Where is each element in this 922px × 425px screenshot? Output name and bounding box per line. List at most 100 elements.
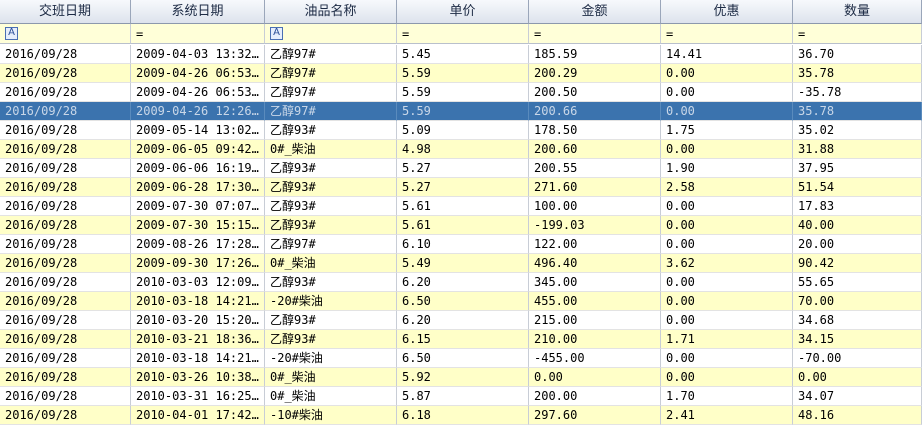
cell-shift-date: 2016/09/28 [0, 349, 131, 368]
column-header-quantity[interactable]: 数量 [793, 0, 922, 24]
table-row[interactable]: 2016/09/28 2010-03-03 12:09… 乙醇93# 6.20 345.… [0, 273, 922, 292]
table-row[interactable]: 2016/09/28 2009-04-26 06:53… 乙醇97# 5.59 200.… [0, 83, 922, 102]
filter-operator: = [666, 27, 674, 41]
cell-unit-price: 5.27 [397, 159, 529, 178]
filter-cell-shift-date[interactable]: A [0, 24, 131, 44]
filter-cell-amount[interactable]: = [529, 24, 661, 44]
cell-fuel-name: -20#柴油 [265, 292, 397, 311]
cell-amount: 122.00 [529, 235, 661, 254]
table-row[interactable]: 2016/09/28 2009-09-30 17:26… 0#_柴油 5.49 496.… [0, 254, 922, 273]
cell-shift-date: 2016/09/28 [0, 159, 131, 178]
table-row[interactable]: 2016/09/28 2009-06-28 17:30… 乙醇93# 5.27 271.… [0, 178, 922, 197]
table-row[interactable]: 2016/09/28 2009-05-14 13:02… 乙醇93# 5.09 178.… [0, 121, 922, 140]
cell-quantity: 0.00 [793, 368, 922, 387]
filter-cell-system-date[interactable]: = [131, 24, 265, 44]
filter-operator: = [798, 27, 806, 41]
cell-shift-date: 2016/09/28 [0, 292, 131, 311]
cell-system-date: 2009-04-26 12:26… [131, 102, 265, 121]
cell-system-date: 2009-04-03 13:32… [131, 45, 265, 64]
column-header-system-date[interactable]: 系统日期 [131, 0, 265, 24]
column-header-amount[interactable]: 金额 [529, 0, 661, 24]
cell-shift-date: 2016/09/28 [0, 45, 131, 64]
table-row[interactable]: 2016/09/28 2009-04-03 13:32… 乙醇97# 5.45 185.… [0, 45, 922, 64]
cell-amount: 345.00 [529, 273, 661, 292]
cell-discount: 2.58 [661, 178, 793, 197]
cell-quantity: 34.15 [793, 330, 922, 349]
cell-shift-date: 2016/09/28 [0, 406, 131, 425]
cell-shift-date: 2016/09/28 [0, 311, 131, 330]
cell-system-date: 2009-05-14 13:02… [131, 121, 265, 140]
cell-system-date: 2009-04-26 06:53… [131, 83, 265, 102]
filter-cell-fuel-name[interactable]: A [265, 24, 397, 44]
column-header-shift-date[interactable]: 交班日期 [0, 0, 131, 24]
table-row[interactable]: 2016/09/28 2009-08-26 17:28… 乙醇97# 6.10 122.… [0, 235, 922, 254]
cell-system-date: 2010-03-20 15:20… [131, 311, 265, 330]
cell-shift-date: 2016/09/28 [0, 235, 131, 254]
cell-unit-price: 5.45 [397, 45, 529, 64]
table-row[interactable]: 2016/09/28 2010-03-18 14:21… -20#柴油 6.50 -45… [0, 349, 922, 368]
cell-quantity: 48.16 [793, 406, 922, 425]
cell-discount: 0.00 [661, 311, 793, 330]
cell-discount: 1.71 [661, 330, 793, 349]
filter-row: A = A = = = = [0, 24, 922, 44]
cell-amount: 200.50 [529, 83, 661, 102]
filter-cell-unit-price[interactable]: = [397, 24, 529, 44]
cell-unit-price: 5.49 [397, 254, 529, 273]
filter-cell-discount[interactable]: = [661, 24, 793, 44]
cell-shift-date: 2016/09/28 [0, 83, 131, 102]
fuel-transaction-grid: 交班日期 系统日期 油品名称 单价 金额 优惠 数量 A = A = = = = 2016/09/28 2… [0, 0, 922, 425]
cell-quantity: 34.07 [793, 387, 922, 406]
cell-quantity: 90.42 [793, 254, 922, 273]
filter-cell-quantity[interactable]: = [793, 24, 922, 44]
table-row[interactable]: 2016/09/28 2010-03-21 18:36… 乙醇93# 6.15 210.… [0, 330, 922, 349]
cell-quantity: 37.95 [793, 159, 922, 178]
cell-system-date: 2009-06-28 17:30… [131, 178, 265, 197]
cell-fuel-name: 乙醇93# [265, 178, 397, 197]
column-header-row: 交班日期 系统日期 油品名称 单价 金额 优惠 数量 [0, 0, 922, 24]
cell-amount: 200.55 [529, 159, 661, 178]
cell-discount: 0.00 [661, 197, 793, 216]
cell-discount: 0.00 [661, 102, 793, 121]
filter-operator: = [136, 27, 144, 41]
cell-amount: 215.00 [529, 311, 661, 330]
cell-shift-date: 2016/09/28 [0, 178, 131, 197]
text-filter-icon[interactable]: A [5, 27, 18, 40]
table-row[interactable]: 2016/09/28 2010-03-31 16:25… 0#_柴油 5.87 200.… [0, 387, 922, 406]
cell-shift-date: 2016/09/28 [0, 387, 131, 406]
cell-quantity: 20.00 [793, 235, 922, 254]
cell-fuel-name: -20#柴油 [265, 349, 397, 368]
cell-amount: 200.66 [529, 102, 661, 121]
cell-discount: 1.70 [661, 387, 793, 406]
column-header-unit-price[interactable]: 单价 [397, 0, 529, 24]
table-row[interactable]: 2016/09/28 2009-07-30 07:07… 乙醇93# 5.61 100.… [0, 197, 922, 216]
cell-system-date: 2009-07-30 15:15… [131, 216, 265, 235]
table-row[interactable]: 2016/09/28 2009-04-26 06:53… 乙醇97# 5.59 200.… [0, 64, 922, 83]
text-filter-icon[interactable]: A [270, 27, 283, 40]
cell-fuel-name: 乙醇97# [265, 64, 397, 83]
cell-amount: 185.59 [529, 45, 661, 64]
cell-amount: 200.60 [529, 140, 661, 159]
cell-unit-price: 4.98 [397, 140, 529, 159]
table-row[interactable]: 2016/09/28 2010-04-01 17:42… -10#柴油 6.18 297… [0, 406, 922, 425]
cell-amount: 100.00 [529, 197, 661, 216]
cell-unit-price: 6.20 [397, 273, 529, 292]
table-row[interactable]: 2016/09/28 2010-03-26 10:38… 0#_柴油 5.92 0.00… [0, 368, 922, 387]
cell-discount: 2.41 [661, 406, 793, 425]
cell-system-date: 2010-03-18 14:21… [131, 349, 265, 368]
cell-shift-date: 2016/09/28 [0, 273, 131, 292]
table-row[interactable]: 2016/09/28 2009-06-06 16:19… 乙醇93# 5.27 200.… [0, 159, 922, 178]
cell-quantity: -70.00 [793, 349, 922, 368]
cell-shift-date: 2016/09/28 [0, 140, 131, 159]
cell-discount: 0.00 [661, 140, 793, 159]
cell-quantity: 17.83 [793, 197, 922, 216]
table-row-selected[interactable]: 2016/09/28 2009-04-26 12:26… 乙醇97# 5.59 200.… [0, 102, 922, 121]
column-header-discount[interactable]: 优惠 [661, 0, 793, 24]
cell-unit-price: 6.50 [397, 292, 529, 311]
table-row[interactable]: 2016/09/28 2009-06-05 09:42… 0#_柴油 4.98 200.… [0, 140, 922, 159]
table-row[interactable]: 2016/09/28 2010-03-20 15:20… 乙醇93# 6.20 215.… [0, 311, 922, 330]
cell-quantity: 40.00 [793, 216, 922, 235]
table-row[interactable]: 2016/09/28 2010-03-18 14:21… -20#柴油 6.50 455… [0, 292, 922, 311]
table-row[interactable]: 2016/09/28 2009-07-30 15:15… 乙醇93# 5.61 -199… [0, 216, 922, 235]
cell-amount: 200.00 [529, 387, 661, 406]
column-header-fuel-name[interactable]: 油品名称 [265, 0, 397, 24]
